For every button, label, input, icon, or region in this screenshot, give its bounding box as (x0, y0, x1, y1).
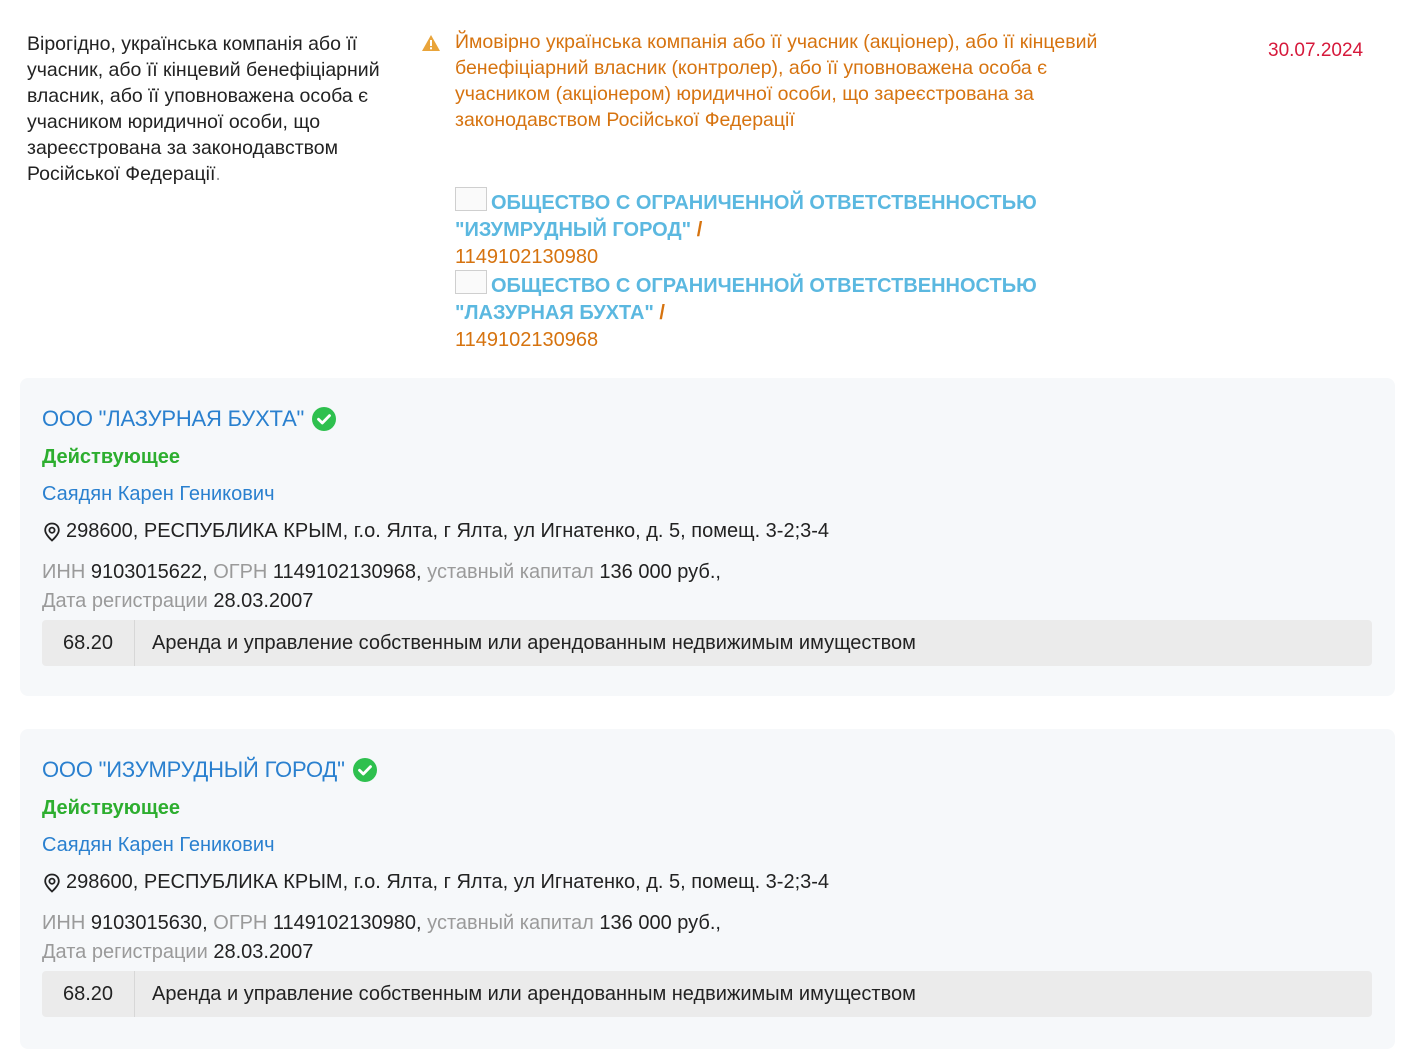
okved-code: 68.20 (42, 620, 135, 666)
risk-row: Вірогідно, українська компанія або її уч… (0, 0, 1410, 370)
capital-value: 136 000 руб. (599, 912, 716, 934)
linked-entity-separator: / (691, 219, 703, 241)
company-card: ООО "ЛАЗУРНАЯ БУХТА" Действующее Саядян … (20, 378, 1395, 696)
company-address: 298600, РЕСПУБЛИКА КРЫМ, г.о. Ялта, г Ял… (42, 520, 829, 543)
risk-description: Вірогідно, українська компанія або її уч… (27, 31, 397, 187)
director-link[interactable]: Саядян Карен Геникович (42, 483, 275, 506)
company-title-link[interactable]: ООО "ИЗУМРУДНЫЙ ГОРОД" (42, 757, 378, 783)
linked-entity[interactable]: ОБЩЕСТВО С ОГРАНИЧЕННОЙ ОТВЕТСТВЕННОСТЬЮ… (455, 187, 1075, 271)
ogrn-value: 1149102130968 (272, 561, 417, 583)
linked-entity-name[interactable]: ОБЩЕСТВО С ОГРАНИЧЕННОЙ ОТВЕТСТВЕННОСТЬЮ… (455, 192, 1037, 241)
company-title[interactable]: ООО "ИЗУМРУДНЫЙ ГОРОД" (42, 757, 345, 783)
location-pin-icon (44, 522, 60, 542)
company-identifiers: ИНН 9103015622, ОГРН 1149102130968, уста… (42, 561, 721, 612)
flag-image (455, 270, 487, 294)
okved-name: Аренда и управление собственным или арен… (152, 631, 916, 654)
linked-entity-name[interactable]: ОБЩЕСТВО С ОГРАНИЧЕННОЙ ОТВЕТСТВЕННОСТЬЮ… (455, 275, 1037, 324)
linked-entity-ogrn: 1149102130980 (455, 246, 599, 268)
capital-value: 136 000 руб. (599, 561, 716, 583)
warning-triangle-icon (422, 35, 440, 51)
risk-description-text: Вірогідно, українська компанія або її уч… (27, 33, 380, 185)
okved-name: Аренда и управление собственным или арен… (152, 982, 916, 1005)
capital-label: уставный капитал (427, 561, 594, 583)
okved-row: 68.20 Аренда и управление собственным ил… (42, 620, 1372, 666)
inn-value: 9103015630 (90, 912, 203, 934)
linked-entity-ogrn: 1149102130968 (455, 329, 599, 351)
inn-label: ИНН (42, 561, 86, 583)
reg-date-label: Дата регистрации (42, 590, 208, 612)
company-address: 298600, РЕСПУБЛИКА КРЫМ, г.о. Ялта, г Ял… (42, 871, 829, 894)
ogrn-label: ОГРН (213, 561, 268, 583)
company-identifiers: ИНН 9103015630, ОГРН 1149102130980, уста… (42, 912, 721, 963)
okved-row: 68.20 Аренда и управление собственным ил… (42, 971, 1372, 1017)
linked-entity-separator: / (653, 302, 665, 324)
status-label: Действующее (42, 797, 180, 819)
ogrn-label: ОГРН (213, 912, 268, 934)
company-title[interactable]: ООО "ЛАЗУРНАЯ БУХТА" (42, 406, 304, 432)
reg-date-value: 28.03.2007 (213, 941, 314, 963)
location-pin-icon (44, 873, 60, 893)
address-text: 298600, РЕСПУБЛИКА КРЫМ, г.о. Ялта, г Ял… (66, 520, 830, 542)
company-title-link[interactable]: ООО "ЛАЗУРНАЯ БУХТА" (42, 406, 337, 432)
director-link[interactable]: Саядян Карен Геникович (42, 834, 275, 857)
inn-value: 9103015622 (90, 561, 203, 583)
okved-code: 68.20 (42, 971, 135, 1017)
risk-description-dot: . (215, 163, 221, 185)
linked-entity[interactable]: ОБЩЕСТВО С ОГРАНИЧЕННОЙ ОТВЕТСТВЕННОСТЬЮ… (455, 270, 1075, 354)
address-text: 298600, РЕСПУБЛИКА КРЫМ, г.о. Ялта, г Ял… (66, 871, 830, 893)
capital-label: уставный капитал (427, 912, 594, 934)
status-label: Действующее (42, 446, 180, 468)
check-circle-icon (352, 758, 377, 782)
risk-date: 30.07.2024 (1268, 40, 1364, 61)
company-card: ООО "ИЗУМРУДНЫЙ ГОРОД" Действующее Саядя… (20, 729, 1395, 1049)
reg-date-label: Дата регистрации (42, 941, 208, 963)
flag-image (455, 187, 487, 211)
risk-detail-text: Ймовірно українська компанія або її учас… (455, 31, 1098, 131)
inn-label: ИНН (42, 912, 86, 934)
reg-date-value: 28.03.2007 (213, 590, 314, 612)
ogrn-value: 1149102130980 (272, 912, 417, 934)
check-circle-icon (312, 407, 337, 431)
